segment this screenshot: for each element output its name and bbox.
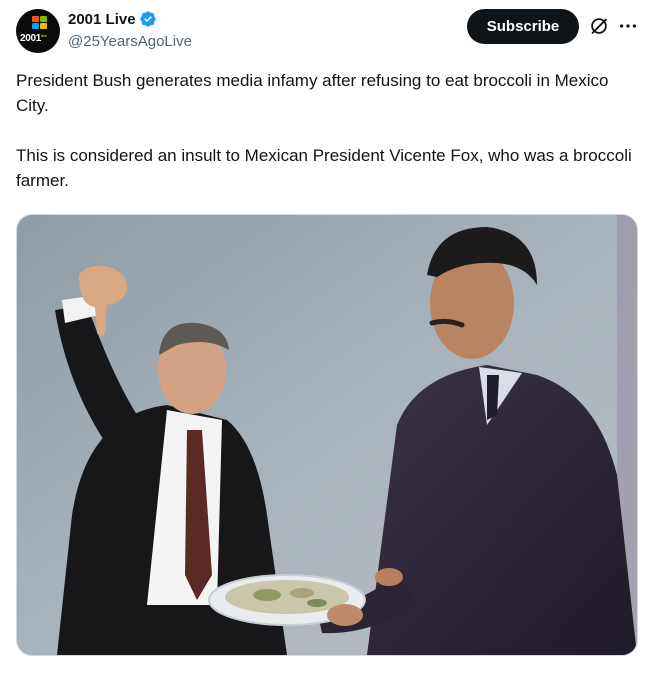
avatar-year: 2001live xyxy=(20,33,47,44)
tweet-paragraph: This is considered an insult to Mexican … xyxy=(16,146,632,190)
verified-badge-icon xyxy=(139,11,156,27)
windows-flag-icon xyxy=(32,16,48,30)
tweet-photo[interactable] xyxy=(16,214,638,656)
handle[interactable]: @25YearsAgoLive xyxy=(68,33,192,50)
more-icon[interactable] xyxy=(617,15,639,37)
subscribe-button[interactable]: Subscribe xyxy=(467,9,579,44)
name-row: 2001 Live xyxy=(68,10,157,28)
tweet-paragraph: President Bush generates media infamy af… xyxy=(16,71,609,115)
photo-illustration xyxy=(17,215,637,655)
tweet: 2001live 2001 Live @25YearsAgoLive Subsc… xyxy=(0,0,654,676)
avatar[interactable]: 2001live xyxy=(16,9,60,53)
tweet-text: President Bush generates media infamy af… xyxy=(16,68,640,193)
grok-icon[interactable] xyxy=(588,15,610,37)
display-name[interactable]: 2001 Live xyxy=(68,11,136,28)
